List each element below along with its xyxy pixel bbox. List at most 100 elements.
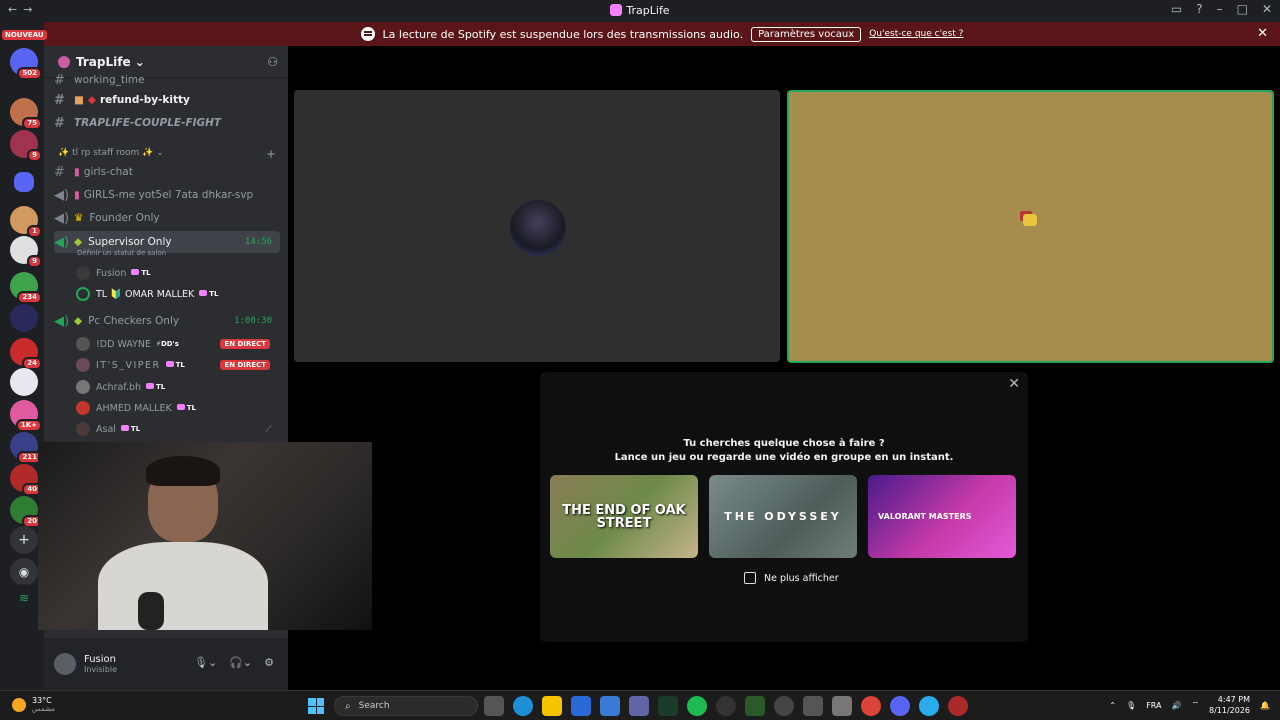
server-icon[interactable]: 234 bbox=[10, 272, 42, 304]
whats-this-link[interactable]: Qu'est-ce que c'est ? bbox=[869, 29, 963, 39]
activity-card-valorant[interactable]: VALORANT MASTERS bbox=[868, 475, 1016, 558]
terminal-icon[interactable] bbox=[658, 696, 678, 716]
folder-icon[interactable] bbox=[14, 172, 34, 192]
nvidia-icon[interactable] bbox=[745, 696, 765, 716]
outlook-icon[interactable] bbox=[571, 696, 591, 716]
user-avatar[interactable] bbox=[54, 653, 76, 675]
voice-settings-button[interactable]: Paramètres vocaux bbox=[751, 26, 862, 42]
server-avatar bbox=[58, 55, 70, 68]
network-icon[interactable]: ⌔ bbox=[1191, 700, 1199, 710]
channel-founder-only[interactable]: ◀) ♛ Founder Only bbox=[54, 208, 280, 228]
add-channel-icon[interactable]: + bbox=[266, 147, 276, 161]
minimize-button[interactable]: – bbox=[1217, 2, 1223, 16]
server-icon[interactable]: 1K+ bbox=[10, 400, 42, 432]
server-icon[interactable]: 211 bbox=[10, 432, 42, 464]
activity-card-oak-street[interactable]: THE END OF OAK STREET bbox=[550, 475, 698, 558]
discord-taskbar-icon[interactable] bbox=[890, 696, 910, 716]
dont-show-again-checkbox[interactable]: Ne plus afficher bbox=[744, 572, 839, 584]
activity-card-odyssey[interactable]: THE ODYSSEY bbox=[709, 475, 857, 558]
store-icon[interactable] bbox=[600, 696, 620, 716]
spotify-taskbar-icon[interactable] bbox=[687, 696, 707, 716]
edge-icon[interactable] bbox=[513, 696, 533, 716]
speaking-participant-tile[interactable] bbox=[787, 90, 1274, 363]
headset-icon[interactable]: 🎧⌄ bbox=[229, 656, 252, 669]
role-icon bbox=[120, 425, 129, 431]
discover-icon[interactable]: ◉ bbox=[10, 558, 38, 586]
server-icon[interactable] bbox=[10, 368, 38, 396]
server-icon[interactable]: 20 bbox=[10, 496, 42, 528]
server-icon[interactable] bbox=[10, 304, 38, 332]
speaker-icon: ◀) bbox=[54, 210, 70, 226]
telegram-icon[interactable] bbox=[919, 696, 939, 716]
settings-icon[interactable] bbox=[803, 696, 823, 716]
category-staff-room[interactable]: ✨ tl rp staff room ✨ ⌄ bbox=[58, 148, 164, 158]
chevron-up-icon[interactable]: ⌃ bbox=[1109, 701, 1116, 710]
channel-working-time[interactable]: # working_time bbox=[54, 70, 280, 90]
new-badge: NOUVEAU bbox=[2, 30, 47, 40]
server-icon[interactable]: 9 bbox=[10, 130, 42, 162]
volume-icon[interactable]: 🔊 bbox=[1172, 701, 1182, 710]
add-server-icon[interactable]: + bbox=[10, 526, 38, 554]
voice-user[interactable]: Achraf.bh TL bbox=[76, 378, 165, 396]
voice-user-speaking[interactable]: TL 🔰 OMAR MALLEK TL bbox=[76, 285, 219, 303]
spotify-notice-bar: La lecture de Spotify est suspendue lors… bbox=[44, 22, 1280, 46]
channel-couple-fight[interactable]: # TRAPLIFE-COUPLE-FIGHT bbox=[54, 113, 280, 133]
diamond-emoji: ◆ bbox=[87, 94, 96, 106]
taskbar-apps bbox=[484, 696, 968, 716]
gear-icon[interactable]: ⚙ bbox=[264, 656, 274, 669]
close-icon[interactable]: ✕ bbox=[1008, 376, 1020, 392]
microphone-tray-icon[interactable]: 🎙 bbox=[1126, 701, 1136, 710]
webcam-overlay bbox=[38, 442, 372, 630]
language-indicator[interactable]: FRA bbox=[1146, 701, 1161, 710]
discord-app-icon bbox=[610, 4, 623, 16]
close-window-button[interactable]: ✕ bbox=[1262, 2, 1272, 16]
role-icon bbox=[165, 361, 174, 367]
participant-tile[interactable] bbox=[294, 90, 780, 362]
maximize-button[interactable]: □ bbox=[1237, 2, 1248, 16]
calculator-icon[interactable] bbox=[832, 696, 852, 716]
live-badge: EN DIRECT bbox=[220, 360, 270, 370]
voice-user[interactable]: Fusion TL bbox=[76, 264, 151, 282]
obs-icon[interactable] bbox=[716, 696, 736, 716]
server-icon[interactable]: 1 bbox=[10, 206, 42, 238]
inbox-icon[interactable]: ▭ bbox=[1171, 2, 1182, 16]
checkbox[interactable] bbox=[744, 572, 756, 584]
notifications-icon[interactable]: 🔔 bbox=[1260, 701, 1270, 710]
server-icon[interactable]: 24 bbox=[10, 338, 42, 370]
channel-girls-chat[interactable]: # ▮ girls-chat bbox=[54, 162, 280, 182]
server-icon[interactable]: 9 bbox=[10, 236, 42, 268]
voice-user[interactable]: IT'S_VIPER TL EN DIRECT bbox=[76, 356, 280, 374]
search-icon: ⌕ bbox=[345, 700, 351, 712]
chrome-icon[interactable] bbox=[861, 696, 881, 716]
live-badge: EN DIRECT bbox=[220, 339, 270, 349]
download-icon[interactable]: ≋ bbox=[10, 584, 38, 612]
teams-icon[interactable] bbox=[629, 696, 649, 716]
webcam-person-hair bbox=[146, 456, 220, 486]
lipstick-emoji: ▮ bbox=[74, 189, 80, 201]
voice-user[interactable]: AHMED MALLEK TL bbox=[76, 399, 196, 417]
file-explorer-icon[interactable] bbox=[542, 696, 562, 716]
weather-widget[interactable]: 33°C مشمس bbox=[12, 696, 55, 713]
task-view-icon[interactable] bbox=[484, 696, 504, 716]
channel-refund-by-kitty[interactable]: # ■ ◆ refund-by-kitty bbox=[54, 90, 280, 110]
server-icon[interactable]: 40 bbox=[10, 464, 42, 496]
channel-girls-me[interactable]: ◀) ▮ GIRLS-me yot5el 7ata dhkar-svp bbox=[54, 185, 280, 205]
avatar bbox=[76, 358, 90, 372]
clock[interactable]: 4:47 PM 8/11/2026 bbox=[1209, 694, 1250, 716]
help-icon[interactable]: ? bbox=[1196, 2, 1202, 16]
channel-pc-checkers[interactable]: ◀) ◆ Pc Checkers Only 1:00:30 bbox=[54, 311, 280, 331]
start-button[interactable] bbox=[308, 698, 324, 714]
speaker-icon: ◀) bbox=[54, 187, 70, 203]
server-icon[interactable]: 502 bbox=[10, 48, 42, 80]
voice-user[interactable]: !DD WAYNE ⚡DD's EN DIRECT bbox=[76, 335, 280, 353]
taskbar-search[interactable]: ⌕ Search bbox=[334, 696, 478, 716]
voice-user[interactable]: Asal TL ⟋ bbox=[76, 420, 280, 438]
microphone-icon[interactable]: 🎙⌄ bbox=[194, 656, 217, 669]
close-notice-icon[interactable]: ✕ bbox=[1257, 26, 1268, 41]
role-icon bbox=[146, 383, 155, 389]
set-status-link[interactable]: Définir un statut de salon bbox=[77, 249, 166, 257]
server-icon[interactable]: 75 bbox=[10, 98, 42, 130]
app-icon[interactable] bbox=[948, 696, 968, 716]
chatgpt-icon[interactable] bbox=[774, 696, 794, 716]
invite-people-icon[interactable]: ⚇ bbox=[267, 55, 278, 69]
